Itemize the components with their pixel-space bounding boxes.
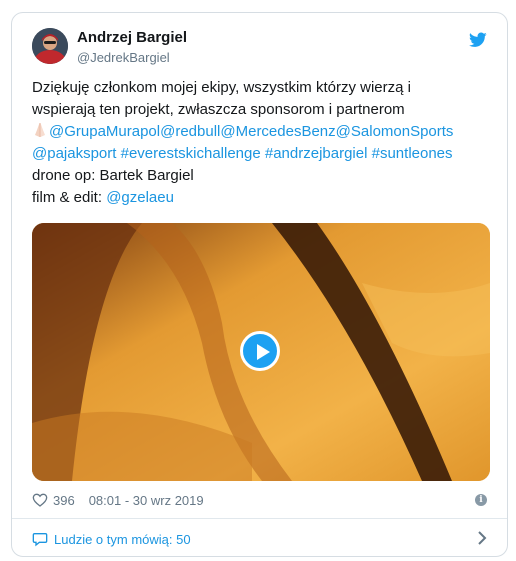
like-count[interactable]: 396 (53, 493, 75, 508)
conversation-label[interactable]: Ludzie o tym mówią: 50 (54, 532, 191, 547)
chevron-right-icon[interactable] (477, 531, 487, 545)
tweet-meta: 396 08:01 - 30 wrz 2019 (32, 491, 204, 509)
play-icon[interactable] (240, 331, 280, 371)
folded-hands-icon (35, 123, 45, 137)
heart-icon[interactable] (32, 492, 48, 508)
conversation-link[interactable]: Ludzie o tym mówią: 50 (32, 529, 191, 549)
mention-grupamurapol[interactable]: @GrupaMurapol (49, 123, 160, 140)
hashtag-andrzejbargiel[interactable]: #andrzejbargiel (265, 145, 368, 162)
tweet-text: Dziękuję członkom mojej ekipy, wszystkim… (32, 77, 494, 209)
tweet-timestamp[interactable]: 08:01 - 30 wrz 2019 (89, 493, 204, 508)
info-icon[interactable]: i (475, 494, 487, 506)
speech-bubble-icon (32, 533, 48, 547)
tweet-card[interactable]: Andrzej Bargiel @JedrekBargiel Dziękuję … (11, 12, 508, 557)
mention-mercedesbenz[interactable]: @MercedesBenz (220, 123, 335, 140)
film-edit-label: film & edit: (32, 189, 107, 206)
author-handle[interactable]: @JedrekBargiel (77, 50, 170, 65)
tweet-line-4: @pajaksport #everestskichallenge #andrze… (32, 143, 494, 165)
mention-pajaksport[interactable]: @pajaksport (32, 145, 116, 162)
tweet-line-3: @GrupaMurapol@redbull@MercedesBenz@Salom… (32, 121, 494, 143)
tweet-line-5: drone op: Bartek Bargiel (32, 167, 194, 184)
mention-salomonsports[interactable]: @SalomonSports (336, 123, 454, 140)
author-name[interactable]: Andrzej Bargiel (77, 29, 187, 46)
tweet-line-2: wspierają ten projekt, zwłaszcza sponsor… (32, 101, 405, 118)
video-player[interactable] (32, 223, 490, 481)
hashtag-everestskichallenge[interactable]: #everestskichallenge (121, 145, 261, 162)
hashtag-suntleones[interactable]: #suntleones (372, 145, 453, 162)
avatar[interactable] (32, 28, 68, 64)
mention-gzelaeu[interactable]: @gzelaeu (106, 189, 174, 206)
mention-redbull[interactable]: @redbull (160, 123, 220, 140)
tweet-line-1: Dziękuję członkom mojej ekipy, wszystkim… (32, 79, 411, 96)
divider (12, 518, 507, 519)
tweet-line-6: film & edit: @gzelaeu (32, 187, 494, 209)
avatar-photo (32, 28, 68, 64)
twitter-bird-icon[interactable] (469, 32, 487, 48)
